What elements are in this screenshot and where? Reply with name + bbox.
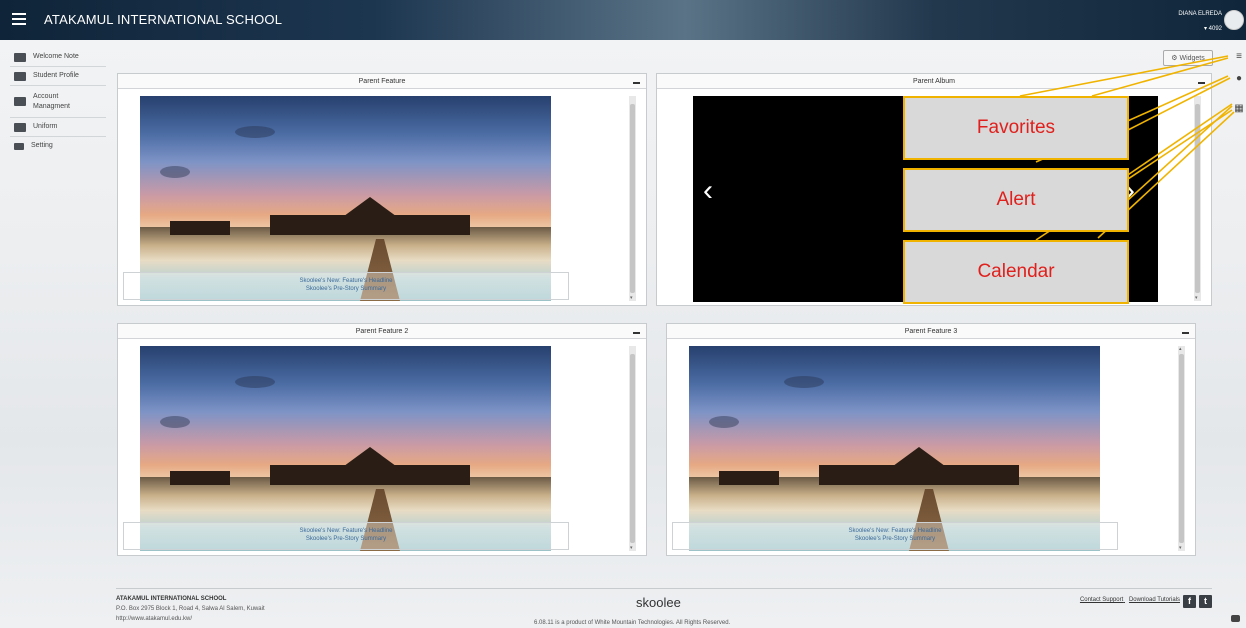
sidebar-item-uniform[interactable]: Uniform <box>10 118 106 137</box>
widgets-label: Widgets <box>1179 54 1205 62</box>
footer-school-name: ATAKAMUL INTERNATIONAL SCHOOL <box>116 596 227 602</box>
feature-headline[interactable]: Skoolee's New: Feature's Headline <box>124 528 568 534</box>
top-bar: ATAKAMUL INTERNATIONAL SCHOOL DIANA ELRE… <box>0 0 1246 40</box>
panel-parent-feature-2: Parent Feature 2 Skoolee's New: Feature'… <box>117 323 647 556</box>
sidebar: Welcome Note Student Profile Account Man… <box>10 48 106 155</box>
prev-slide-button[interactable]: ‹ <box>703 174 713 208</box>
panel-header: Parent Feature 3 <box>667 324 1195 339</box>
feature-image[interactable] <box>689 346 1100 551</box>
scrollbar[interactable]: ▴ ▾ <box>1178 346 1185 551</box>
sidebar-item-label: Welcome Note <box>33 53 79 60</box>
alert-icon[interactable]: ● <box>1234 74 1244 84</box>
sidebar-item-label: Uniform <box>33 123 58 130</box>
footer-url[interactable]: http://www.atakamul.edu.kw/ <box>116 616 192 622</box>
download-tutorials-link[interactable]: Download Tutorials <box>1129 597 1180 603</box>
panel-title: Parent Feature <box>358 77 406 85</box>
minimize-icon[interactable] <box>633 332 640 334</box>
panel-header: Parent Feature <box>118 74 646 89</box>
skoolee-logo: skoolee <box>636 595 681 610</box>
user-id-value: 4092 <box>1208 26 1222 32</box>
footer-copyright: 6.08.11 is a product of White Mountain T… <box>534 620 731 626</box>
student-icon <box>14 71 26 81</box>
panel-title: Parent Album <box>912 77 956 85</box>
annotation-favorites: Favorites <box>903 96 1129 160</box>
user-name[interactable]: DIANA ELREDA <box>1178 11 1222 17</box>
avatar[interactable] <box>1224 10 1244 30</box>
calendar-icon[interactable]: ▦ <box>1234 104 1244 114</box>
panel-parent-feature-3: Parent Feature 3 Skoolee's New: Feature'… <box>666 323 1196 556</box>
sidebar-item-setting[interactable]: Setting <box>10 137 106 155</box>
school-title: ATAKAMUL INTERNATIONAL SCHOOL <box>44 12 283 27</box>
sidebar-item-label: Student Profile <box>33 72 79 79</box>
minimize-icon[interactable] <box>1182 332 1189 334</box>
scrollbar[interactable]: ▾ <box>629 96 636 301</box>
favorites-menu-icon[interactable]: ≡ <box>1234 52 1244 62</box>
panel-title: Parent Feature 2 <box>355 327 409 335</box>
minimize-icon[interactable] <box>1198 82 1205 84</box>
sidebar-item-student-profile[interactable]: Student Profile <box>10 67 106 86</box>
social-links: f t <box>1180 595 1212 608</box>
panel-parent-feature: Parent Feature Skoolee's New: Feature's … <box>117 73 647 306</box>
annotation-favorites-label: Favorites <box>976 117 1056 138</box>
sidebar-item-welcome-note[interactable]: Welcome Note <box>10 48 106 67</box>
feature-image[interactable] <box>140 96 551 301</box>
feature-summary: Skoolee's Pre-Story Summary <box>305 536 387 542</box>
user-id[interactable]: ▾ 4092 <box>1204 25 1222 32</box>
footer-address: P.O. Box 2975 Block 1, Road 4, Salwa Al … <box>116 606 265 612</box>
feature-headline[interactable]: Skoolee's New: Feature's Headline <box>124 278 568 284</box>
panel-title: Parent Feature 3 <box>904 327 958 335</box>
feature-caption[interactable]: Skoolee's New: Feature's Headline Skoole… <box>123 272 569 300</box>
widgets-button[interactable]: ⚙ Widgets <box>1163 50 1213 66</box>
account-icon <box>14 97 26 106</box>
feature-summary: Skoolee's Pre-Story Summary <box>305 286 387 292</box>
panel-header: Parent Feature 2 <box>118 324 646 339</box>
annotation-alert: Alert <box>903 168 1129 232</box>
chat-icon[interactable] <box>1231 615 1240 622</box>
sidebar-item-label: Account Managment <box>33 92 70 110</box>
minimize-icon[interactable] <box>633 82 640 84</box>
sidebar-item-label: Setting <box>31 142 53 149</box>
annotation-alert-label: Alert <box>996 189 1036 210</box>
scrollbar[interactable]: ▾ <box>629 346 636 551</box>
panel-header: Parent Album <box>657 74 1211 89</box>
feature-caption[interactable]: Skoolee's New: Feature's Headline Skoole… <box>123 522 569 550</box>
contact-support-link[interactable]: Contact Support <box>1080 597 1123 603</box>
facebook-icon[interactable]: f <box>1183 595 1196 608</box>
uniform-icon <box>14 122 26 132</box>
feature-caption[interactable]: Skoolee's New: Feature's Headline Skoole… <box>672 522 1118 550</box>
scrollbar[interactable]: ▾ <box>1194 96 1201 301</box>
footer: ATAKAMUL INTERNATIONAL SCHOOL P.O. Box 2… <box>116 588 1212 628</box>
feature-summary: Skoolee's Pre-Story Summary <box>854 536 936 542</box>
feature-image[interactable] <box>140 346 551 551</box>
annotation-calendar-label: Calendar <box>977 261 1055 282</box>
setting-icon <box>14 142 24 150</box>
note-icon <box>14 52 26 62</box>
feature-headline[interactable]: Skoolee's New: Feature's Headline <box>673 528 1117 534</box>
footer-links: Contact Support Download Tutorials <box>1076 597 1180 603</box>
sidebar-item-account-management[interactable]: Account Managment <box>10 86 106 118</box>
menu-icon[interactable] <box>12 13 26 25</box>
twitter-icon[interactable]: t <box>1199 595 1212 608</box>
annotation-calendar: Calendar <box>903 240 1129 304</box>
